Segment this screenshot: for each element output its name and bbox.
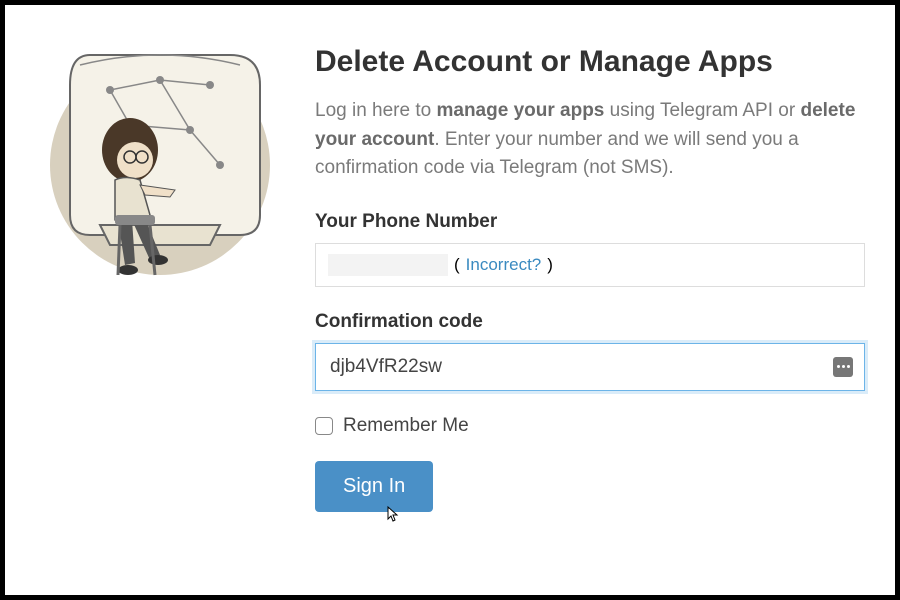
content-area: Delete Account or Manage Apps Log in her…	[315, 25, 865, 575]
incorrect-close: )	[547, 255, 553, 275]
cursor-icon	[385, 505, 401, 530]
desc-part2: using Telegram API or	[604, 100, 800, 121]
password-manager-icon[interactable]	[833, 357, 853, 377]
page-title: Delete Account or Manage Apps	[315, 45, 865, 79]
phone-label: Your Phone Number	[315, 211, 865, 233]
illustration-svg	[40, 35, 280, 295]
desc-part1: Log in here to	[315, 100, 436, 121]
description-text: Log in here to manage your apps using Te…	[315, 97, 865, 183]
sign-in-label: Sign In	[343, 475, 405, 497]
desc-bold1: manage your apps	[436, 100, 604, 121]
remember-row: Remember Me	[315, 415, 865, 437]
code-row	[315, 343, 865, 415]
page-frame: Delete Account or Manage Apps Log in her…	[0, 0, 900, 600]
remember-checkbox[interactable]	[315, 417, 333, 435]
sign-in-button[interactable]: Sign In	[315, 461, 433, 512]
remember-label: Remember Me	[343, 415, 469, 437]
incorrect-link[interactable]: Incorrect?	[466, 255, 542, 275]
phone-display: ( Incorrect?)	[315, 243, 865, 287]
phone-hidden-value	[328, 254, 448, 276]
illustration	[35, 25, 285, 575]
incorrect-open: (	[454, 255, 460, 275]
code-label: Confirmation code	[315, 311, 865, 333]
confirmation-code-input[interactable]	[315, 343, 865, 391]
